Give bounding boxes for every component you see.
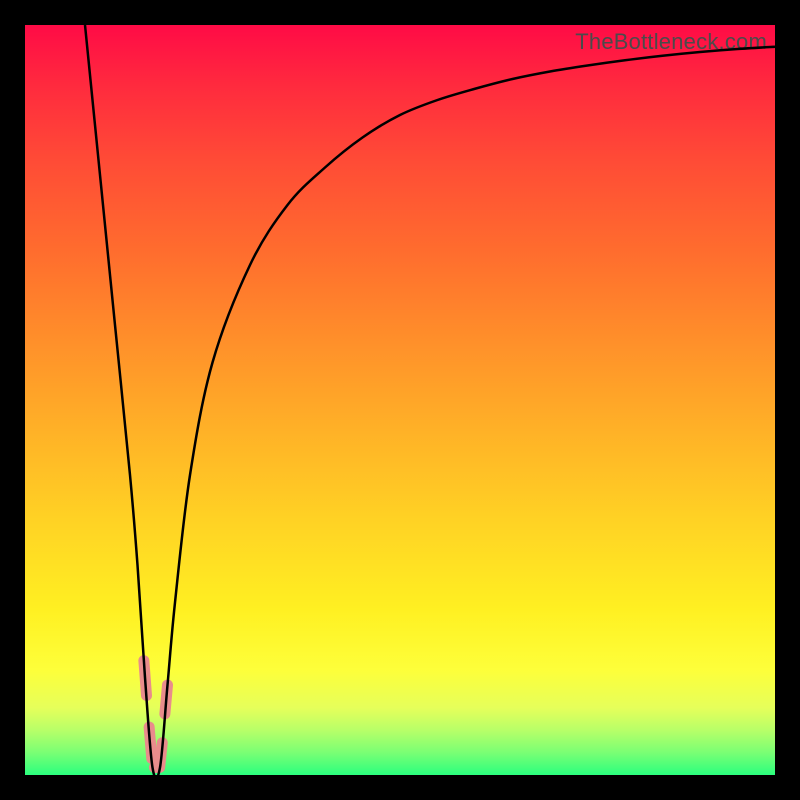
plot-area: TheBottleneck.com (25, 25, 775, 775)
chart-frame: TheBottleneck.com (0, 0, 800, 800)
bottleneck-curve-path (85, 25, 775, 778)
curve-layer (25, 25, 775, 775)
